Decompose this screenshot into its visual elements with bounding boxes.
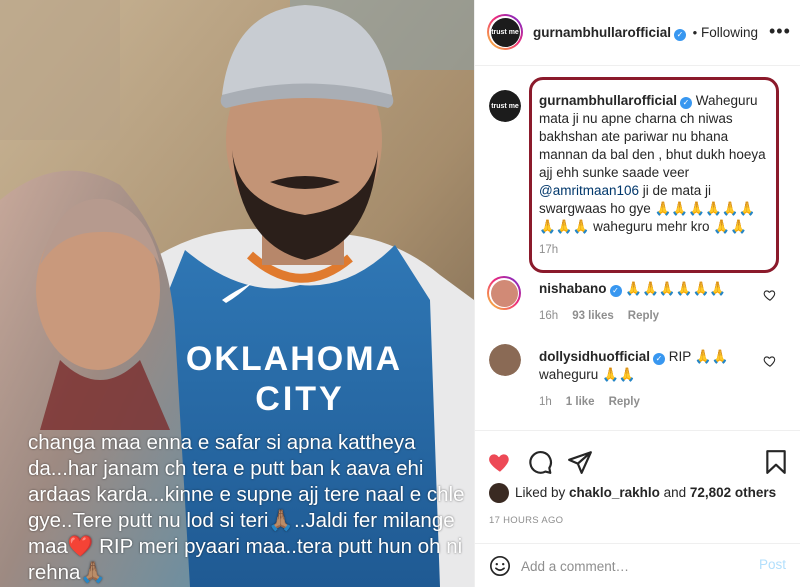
- header-user: gurnambhullarofficial ✓ •: [533, 25, 697, 41]
- post-side-panel: trust me gurnambhullarofficial ✓ • Follow…: [474, 0, 800, 587]
- comment-dollysidhu: dollysidhuofficial ✓ RIP 🙏🙏 waheguru 🙏🙏 1…: [539, 348, 749, 408]
- comment-bubble-icon[interactable]: [527, 449, 553, 475]
- jersey-text-city: CITY: [255, 380, 344, 418]
- comment-avatar-nishabano[interactable]: [487, 276, 521, 310]
- header-separator: •: [692, 25, 698, 40]
- caption-avatar[interactable]: trust me: [489, 90, 521, 122]
- avatar-image: [489, 344, 521, 376]
- add-comment-bar: Post: [475, 543, 800, 587]
- liked-by: Liked by chaklo_rakhlo and 72,802 others: [489, 483, 776, 503]
- reply-button[interactable]: Reply: [628, 310, 659, 322]
- reply-button[interactable]: Reply: [609, 396, 640, 408]
- heart-outline-icon[interactable]: [763, 288, 777, 302]
- post-actions: Liked by chaklo_rakhlo and 72,802 others…: [475, 430, 800, 552]
- more-options-icon[interactable]: •••: [769, 21, 791, 42]
- photo-caption-overlay: changa maa enna e safar si apna kattheya…: [28, 431, 465, 584]
- swoosh-logo: [222, 283, 252, 303]
- verified-check-icon: ✓: [653, 353, 666, 365]
- comment-meta: 16h 93 likes Reply: [539, 310, 749, 322]
- post-header: trust me gurnambhullarofficial ✓ • Follow…: [475, 0, 800, 66]
- verified-check-icon: ✓: [680, 97, 693, 109]
- comments-list[interactable]: trust me gurnambhullarofficial ✓ Waheguru…: [475, 66, 800, 430]
- liked-by-middle: and: [659, 485, 690, 500]
- post-comment-button[interactable]: Post: [759, 557, 786, 572]
- comment-username[interactable]: nishabano: [539, 281, 607, 296]
- jersey-text-oklahoma: OKLAHOMA: [186, 340, 402, 378]
- caption-comment: gurnambhullarofficial ✓ Waheguru mata ji …: [539, 92, 771, 256]
- comment-username[interactable]: dollysidhuofficial: [539, 349, 650, 364]
- header-username[interactable]: gurnambhullarofficial: [533, 25, 671, 40]
- comment-time: 16h: [539, 310, 559, 322]
- liked-by-user[interactable]: chaklo_rakhlo: [569, 485, 660, 500]
- comment-meta: 1h 1 like Reply: [539, 396, 749, 408]
- following-button[interactable]: Following: [701, 25, 758, 40]
- post-photo[interactable]: OKLAHOMA CITY changa maa enna e safar si…: [0, 0, 474, 587]
- mention-link[interactable]: @amritmaan106: [539, 183, 639, 198]
- liked-by-avatar[interactable]: [489, 483, 509, 503]
- caption-text: gurnambhullarofficial ✓ Waheguru mata ji …: [539, 92, 771, 236]
- add-comment-input[interactable]: [521, 554, 741, 578]
- liked-by-prefix: Liked by: [515, 485, 570, 500]
- comment-body: 🙏🙏🙏🙏🙏🙏: [625, 281, 727, 296]
- comment-likes[interactable]: 1 like: [566, 396, 595, 408]
- comment-time: 1h: [539, 396, 552, 408]
- heart-outline-icon[interactable]: [763, 354, 777, 368]
- liked-by-count[interactable]: 72,802 others: [690, 485, 776, 500]
- avatar-image: [490, 279, 518, 307]
- comment-username[interactable]: gurnambhullarofficial: [539, 93, 677, 108]
- avatar-image: trust me: [490, 17, 520, 47]
- header-avatar[interactable]: trust me: [487, 14, 523, 50]
- verified-check-icon: ✓: [674, 29, 687, 41]
- post-date: 17 HOURS AGO: [489, 515, 564, 526]
- avatar-image: trust me: [489, 90, 521, 122]
- comment-nishabano: nishabano ✓ 🙏🙏🙏🙏🙏🙏 16h 93 likes Reply: [539, 280, 749, 322]
- paper-plane-icon[interactable]: [567, 449, 593, 475]
- bookmark-icon[interactable]: [763, 449, 789, 475]
- comment-avatar-dollysidhu[interactable]: [489, 344, 521, 376]
- comment-time: 17h: [539, 244, 559, 256]
- heart-filled-icon[interactable]: [487, 449, 513, 475]
- verified-check-icon: ✓: [609, 285, 622, 297]
- comment-likes[interactable]: 93 likes: [572, 310, 614, 322]
- smiley-icon[interactable]: [489, 555, 511, 577]
